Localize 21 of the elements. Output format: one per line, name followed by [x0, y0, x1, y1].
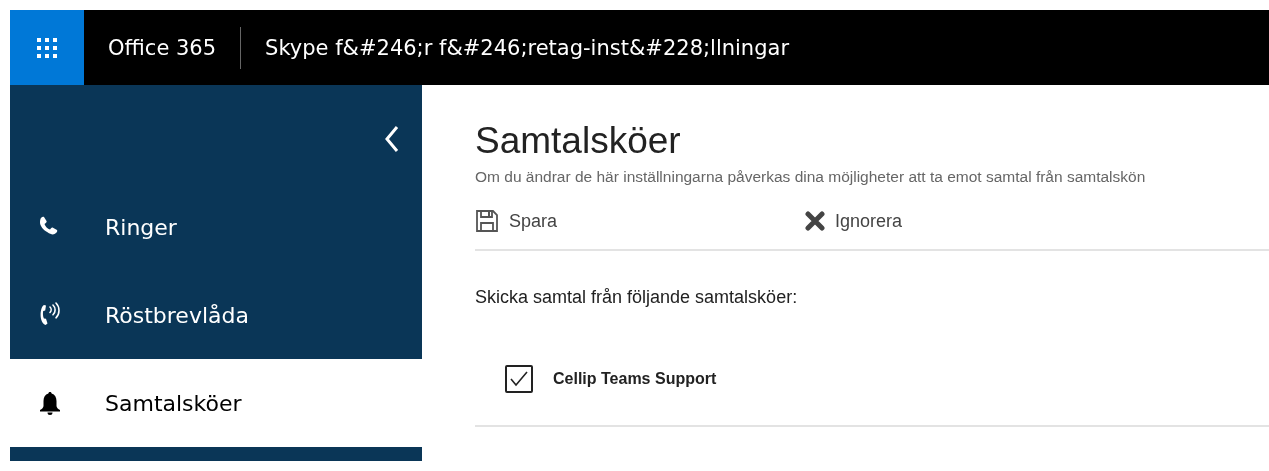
discard-button[interactable]: Ignorera: [805, 210, 1135, 232]
section-description: Om du ändrar de här inställningarna påverkas dina möjligheter att ta emot samtal från samtalskön: [475, 167, 1147, 186]
sidebar-item[interactable]: Ringer: [10, 183, 422, 271]
check-icon: [509, 369, 529, 388]
sidebar-item[interactable]: Samtalsköer: [10, 359, 422, 447]
save-button[interactable]: Spara: [475, 209, 805, 234]
sidebar-item[interactable]: Röstbrevlåda: [10, 271, 422, 359]
checkbox[interactable]: [505, 364, 533, 393]
app-name[interactable]: Office 365: [84, 35, 241, 60]
section-heading: Samtalsköer: [475, 121, 682, 162]
close-icon: [805, 211, 825, 232]
queue-prompt: Skicka samtal från följande samtalsköer:: [475, 286, 799, 308]
collapse-chevron-icon[interactable]: [384, 125, 400, 153]
app-launcher-button[interactable]: [10, 10, 84, 85]
save-icon: [475, 209, 499, 234]
page-title: Skype f&#246;r f&#246;retag-inst&#228;llningar: [264, 35, 790, 60]
sidebar-label: Ringer: [105, 214, 177, 240]
queue-label: Cellip Teams Support: [553, 369, 717, 388]
waffle-icon: [36, 36, 58, 59]
sidebar-label: Samtalsköer: [105, 390, 242, 416]
sidebar-label: Röstbrevlåda: [105, 302, 249, 328]
